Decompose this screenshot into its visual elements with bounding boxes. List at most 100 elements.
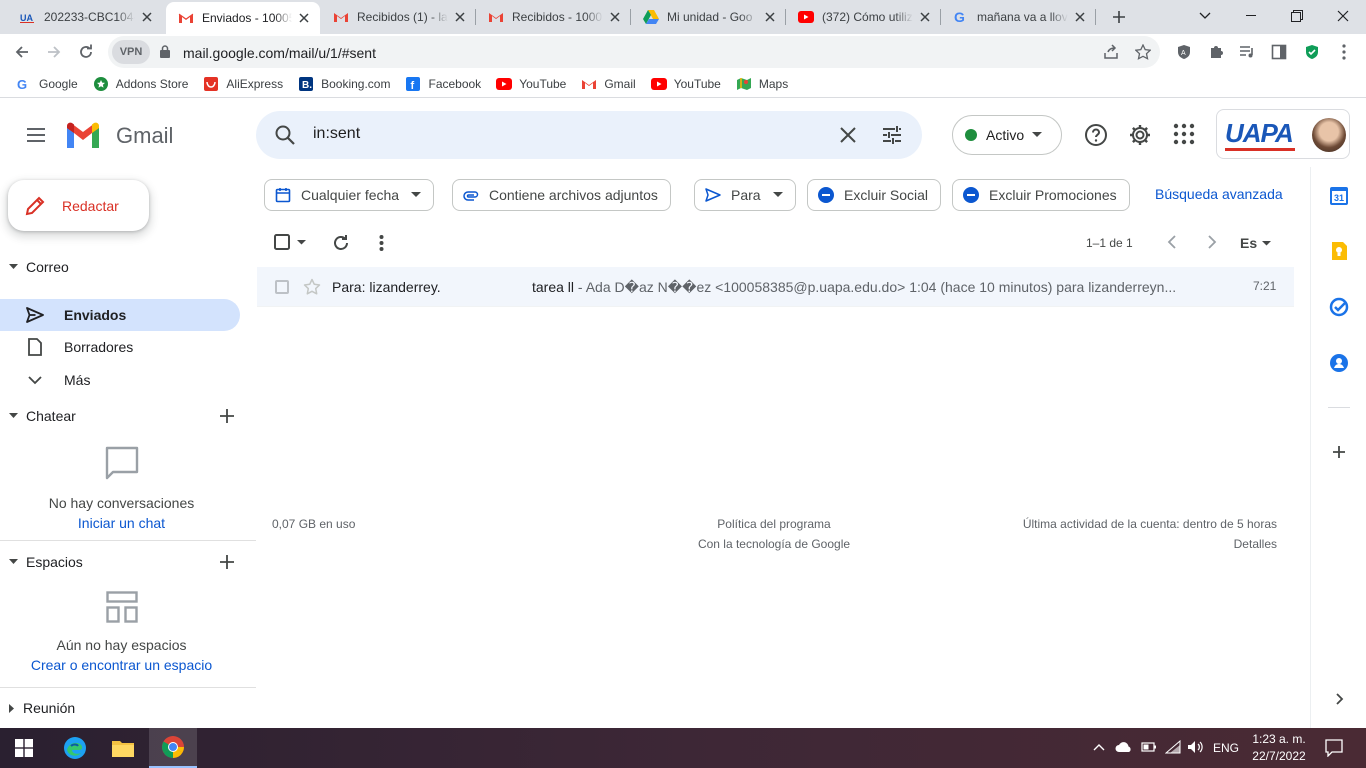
bookmark-gmail[interactable]: Gmail	[581, 76, 636, 92]
side-panel-icon[interactable]	[1267, 40, 1291, 64]
close-tab-icon[interactable]	[452, 9, 468, 25]
sidebar-item-more[interactable]: Más	[0, 364, 240, 396]
storage-usage[interactable]: 0,07 GB en uso	[272, 517, 355, 531]
forward-button[interactable]	[42, 40, 66, 64]
show-side-panel-chevron-icon[interactable]	[1329, 689, 1349, 709]
wifi-icon[interactable]	[1165, 740, 1181, 754]
gmail-logo-icon[interactable]	[64, 120, 102, 150]
previous-page-icon[interactable]	[1166, 234, 1178, 250]
next-page-icon[interactable]	[1206, 234, 1218, 250]
google-tasks-icon[interactable]	[1329, 297, 1349, 317]
address-bar[interactable]: VPN mail.google.com/mail/u/1/#sent	[108, 36, 1160, 68]
select-all-checkbox[interactable]	[274, 234, 306, 250]
new-space-plus-icon[interactable]	[217, 552, 237, 572]
more-vertical-icon[interactable]	[379, 234, 384, 252]
caret-down-icon[interactable]	[297, 239, 306, 245]
battery-icon[interactable]	[1141, 740, 1157, 754]
input-language-indicator[interactable]: ENG	[1213, 741, 1239, 755]
help-icon[interactable]	[1084, 123, 1108, 147]
volume-icon[interactable]	[1187, 740, 1205, 754]
onedrive-cloud-icon[interactable]	[1115, 740, 1133, 754]
chrome-taskbar-icon[interactable]	[149, 728, 197, 768]
close-tab-icon[interactable]	[917, 9, 933, 25]
browser-menu-icon[interactable]	[1332, 40, 1356, 64]
row-checkbox[interactable]	[275, 280, 289, 294]
restore-button[interactable]	[1274, 0, 1320, 32]
tab-search-button[interactable]	[1182, 0, 1228, 32]
sidebar-item-drafts[interactable]: Borradores	[0, 331, 240, 363]
start-chat-link[interactable]: Iniciar un chat	[0, 515, 243, 531]
bookmark-maps[interactable]: Maps	[736, 76, 788, 92]
close-tab-icon[interactable]	[296, 10, 312, 26]
browser-tab-active[interactable]: Enviados - 10005	[166, 2, 320, 34]
filter-chip-attachments[interactable]: Contiene archivos adjuntos	[452, 179, 671, 211]
edge-browser-icon[interactable]	[51, 728, 99, 768]
filter-chip-exclude-promotions[interactable]: Excluir Promociones	[952, 179, 1130, 211]
close-tab-icon[interactable]	[607, 9, 623, 25]
notifications-icon[interactable]	[1325, 739, 1343, 757]
bookmark-booking[interactable]: B. Booking.com	[298, 76, 390, 92]
section-mail-header[interactable]: Correo	[0, 252, 256, 282]
extensions-puzzle-icon[interactable]	[1204, 40, 1228, 64]
star-icon[interactable]	[303, 278, 321, 296]
new-chat-plus-icon[interactable]	[217, 406, 237, 426]
browser-tab[interactable]: Mi unidad - Goo	[631, 0, 786, 34]
new-tab-button[interactable]	[1108, 6, 1130, 28]
google-keep-icon[interactable]	[1329, 241, 1349, 261]
search-options-icon[interactable]	[881, 124, 903, 146]
shield-check-icon[interactable]	[1300, 40, 1324, 64]
close-tab-icon[interactable]	[762, 9, 778, 25]
gmail-logo-text[interactable]: Gmail	[116, 123, 173, 149]
find-space-link[interactable]: Crear o encontrar un espacio	[0, 657, 243, 673]
activity-details-link[interactable]: Detalles	[1100, 537, 1277, 551]
bookmark-facebook[interactable]: f Facebook	[405, 76, 481, 92]
search-bar[interactable]: in:sent	[256, 111, 922, 159]
google-calendar-icon[interactable]: 31	[1329, 186, 1349, 206]
bookmark-aliexpress[interactable]: AliExpress	[203, 76, 283, 92]
share-icon[interactable]	[1103, 44, 1119, 60]
program-policy-link[interactable]: Política del programa	[660, 517, 888, 531]
vpn-badge[interactable]: VPN	[112, 40, 150, 64]
reload-button[interactable]	[74, 40, 98, 64]
browser-tab[interactable]: (372) Cómo utiliz	[786, 0, 941, 34]
search-icon[interactable]	[274, 124, 296, 146]
sidebar-item-sent[interactable]: Enviados	[0, 299, 240, 331]
search-input[interactable]: in:sent	[313, 125, 360, 143]
bookmark-youtube[interactable]: YouTube	[496, 76, 566, 92]
settings-gear-icon[interactable]	[1128, 123, 1152, 147]
bookmark-star-icon[interactable]	[1135, 44, 1151, 60]
section-chat-header[interactable]: Chatear	[0, 401, 256, 431]
bookmark-youtube[interactable]: YouTube	[650, 76, 721, 92]
google-contacts-icon[interactable]	[1329, 353, 1349, 373]
account-switcher[interactable]: UAPA	[1216, 109, 1350, 159]
apps-grid-icon[interactable]	[1173, 123, 1195, 145]
system-clock[interactable]: 1:23 a. m. 22/7/2022	[1246, 731, 1312, 765]
filter-chip-to[interactable]: Para	[694, 179, 796, 211]
mail-row[interactable]: Para: lizanderrey. tarea ll - Ada D�az N…	[257, 267, 1294, 307]
filter-chip-exclude-social[interactable]: Excluir Social	[807, 179, 942, 211]
windows-start-icon[interactable]	[0, 728, 48, 768]
browser-tab[interactable]: Recibidos - 1000	[476, 0, 631, 34]
browser-tab[interactable]: UA 202233-CBC104-	[8, 0, 163, 34]
close-tab-icon[interactable]	[139, 9, 155, 25]
advanced-search-link[interactable]: Búsqueda avanzada	[1155, 186, 1283, 202]
bookmark-google[interactable]: G Google	[16, 76, 78, 92]
status-selector[interactable]: Activo	[952, 115, 1062, 155]
browser-tab[interactable]: G mañana va a llov	[941, 0, 1096, 34]
back-button[interactable]	[10, 40, 34, 64]
close-window-button[interactable]	[1320, 0, 1366, 32]
file-explorer-icon[interactable]	[99, 728, 147, 768]
close-tab-icon[interactable]	[1072, 9, 1088, 25]
browser-tab[interactable]: Recibidos (1) - la	[321, 0, 476, 34]
input-language-selector[interactable]: Es	[1240, 235, 1272, 251]
compose-button[interactable]: Redactar	[8, 180, 149, 231]
section-meet-header[interactable]: Reunión	[0, 693, 256, 723]
refresh-icon[interactable]	[332, 234, 350, 252]
show-hidden-icons-chevron-icon[interactable]	[1092, 740, 1106, 754]
bookmark-addons-store[interactable]: Addons Store	[93, 76, 188, 92]
lock-icon[interactable]	[160, 45, 170, 58]
filter-chip-date[interactable]: Cualquier fecha	[264, 179, 435, 211]
minimize-button[interactable]	[1228, 0, 1274, 32]
adblock-extension-icon[interactable]: A	[1172, 40, 1196, 64]
media-queue-icon[interactable]	[1235, 40, 1259, 64]
